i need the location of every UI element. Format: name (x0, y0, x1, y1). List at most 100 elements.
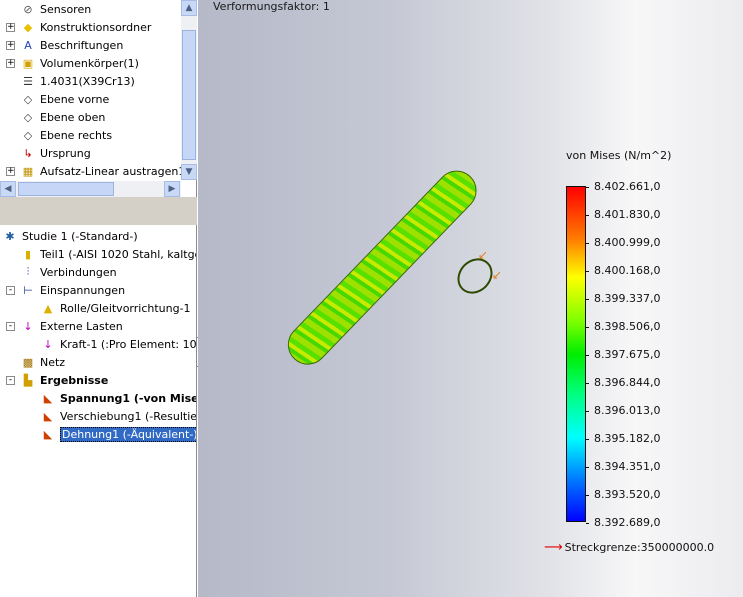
study-tree-item[interactable]: ↓ Kraft-1 (:Pro Element: 10000 (40, 335, 196, 353)
study-tree-item[interactable]: - ⊢ Einspannungen (6, 281, 125, 299)
feature-tree: ⊘ Sensoren + ◆ Konstruktionsordner + A Beschrif… (0, 0, 181, 180)
simulation-study-tree: ✱ Studie 1 (-Standard-) ▮ Teil1 (-AISI 1020… (0, 226, 196, 597)
expand-toggle[interactable]: + (6, 166, 15, 176)
legend-tick-label: 8.392.689,0 (594, 516, 661, 529)
scroll-left-button[interactable]: ◀ (0, 181, 16, 197)
feature-tree-item[interactable]: + ▣ Volumenkörper(1) (6, 54, 139, 72)
legend-tick-label: 8.395.182,0 (594, 432, 661, 445)
study-tree-item[interactable]: - ↓ Externe Lasten (6, 317, 123, 335)
feature-tree-item-label: Ebene vorne (40, 92, 110, 106)
force-arrow-icon: ↙ (478, 248, 489, 262)
feature-tree-vertical-scrollbar[interactable]: ▲ ▼ (181, 0, 197, 180)
study-tree-item[interactable]: - ▙ Ergebnisse (6, 371, 108, 389)
cylinder-model-stress-plot[interactable] (279, 162, 485, 373)
study-tree-item[interactable]: ⫶ Verbindungen (20, 263, 117, 281)
study-tree-item-label: Externe Lasten (40, 319, 123, 333)
connections-icon: ⫶ (26, 265, 30, 278)
h-scroll-thumb[interactable] (18, 182, 114, 196)
legend-tick (586, 467, 589, 468)
study-tree-item[interactable]: ▩ Netz (20, 353, 65, 371)
expand-toggle[interactable]: + (6, 40, 15, 50)
plane-icon: ◇ (23, 128, 33, 142)
panel-divider[interactable] (0, 197, 197, 225)
legend-tick (586, 411, 589, 412)
feature-tree-item[interactable]: ⊘ Sensoren (6, 0, 91, 18)
feature-tree-item-label: Ursprung (40, 146, 91, 160)
feature-tree-item[interactable]: + ◆ Konstruktionsordner (6, 18, 151, 36)
study-tree-item[interactable]: ▮ Teil1 (-AISI 1020 Stahl, kaltgewa (20, 245, 196, 263)
feature-tree-item-label: Aufsatz-Linear austragen1 (40, 164, 181, 178)
legend-tick-label: 8.397.675,0 (594, 348, 661, 361)
study-tree-item-label: Teil1 (-AISI 1020 Stahl, kaltgewa (40, 247, 196, 261)
extrude-icon: ▦ (22, 164, 34, 178)
expand-toggle[interactable]: - (6, 285, 15, 295)
study-tree-item-label: Netz (40, 355, 66, 369)
force-icon: ↓ (43, 337, 53, 351)
design-folder-icon: ◆ (23, 20, 33, 34)
legend-tick (586, 439, 589, 440)
legend-title: von Mises (N/m^2) (566, 149, 672, 162)
expand-toggle[interactable]: + (6, 22, 15, 32)
legend-tick-label: 8.400.999,0 (594, 236, 661, 249)
displacement-plot-icon: ◣ (43, 409, 53, 423)
legend-tick-label: 8.396.013,0 (594, 404, 661, 417)
scroll-down-button[interactable]: ▼ (181, 164, 197, 180)
origin-icon: ↳ (23, 146, 33, 160)
study-tree-item[interactable]: ▲ Rolle/Gleitvorrichtung-1 (40, 299, 191, 317)
legend-tick-label: 8.393.520,0 (594, 488, 661, 501)
feature-tree-item[interactable]: + A Beschriftungen (6, 36, 123, 54)
study-tree-item-label: Verschiebung1 (-Resultieren (60, 409, 196, 423)
study-tree-item-label: Einspannungen (40, 283, 126, 297)
graphics-viewport[interactable]: Verformungsfaktor: 1 ↙ ↙ von Mises (N/m^… (198, 0, 743, 597)
feature-tree-item[interactable]: ◇ Ebene rechts (6, 126, 112, 144)
stress-plot-icon: ◣ (43, 391, 53, 405)
feature-tree-item[interactable]: + ▦ Aufsatz-Linear austragen1 (6, 162, 181, 180)
study-tree-item-label: Ergebnisse (40, 373, 109, 387)
scroll-up-button[interactable]: ▲ (181, 0, 197, 16)
study-tree-item[interactable]: ◣ Spannung1 (-von Mises- (40, 389, 196, 407)
expand-toggle[interactable]: + (6, 58, 15, 68)
feature-manager-panel: ⊘ Sensoren + ◆ Konstruktionsordner + A Beschrif… (0, 0, 197, 597)
study-tree-item-label: Studie 1 (-Standard-) (22, 229, 138, 243)
roller-icon: ▲ (43, 301, 53, 315)
scroll-right-button[interactable]: ▶ (164, 181, 180, 197)
legend-tick-label: 8.402.661,0 (594, 180, 661, 193)
feature-tree-item[interactable]: ◇ Ebene vorne (6, 90, 109, 108)
strain-plot-icon: ◣ (43, 427, 53, 441)
legend-tick (586, 243, 589, 244)
legend-tick (586, 383, 589, 384)
study-tree-item[interactable]: ◣ Verschiebung1 (-Resultieren (40, 407, 196, 425)
feature-tree-item[interactable]: ◇ Ebene oben (6, 108, 106, 126)
feature-tree-item-label: Ebene rechts (40, 128, 113, 142)
part-icon: ▮ (24, 247, 32, 261)
study-tree-item-label: Dehnung1 (-Äquivalent-) (60, 426, 196, 442)
solid-bodies-icon: ▣ (22, 56, 34, 70)
study-tree-item-label: Kraft-1 (:Pro Element: 10000 (60, 337, 196, 351)
feature-tree-item[interactable]: ☰ 1.4031(X39Cr13) (6, 72, 135, 90)
expand-toggle[interactable]: - (6, 321, 15, 331)
legend-tick-label: 8.401.830,0 (594, 208, 661, 221)
feature-tree-item[interactable]: ↳ Ursprung (6, 144, 91, 162)
expand-toggle[interactable]: - (6, 375, 15, 385)
study-tree-item[interactable]: ◣ Dehnung1 (-Äquivalent-) (40, 425, 196, 443)
study-tree-item-label: Verbindungen (40, 265, 117, 279)
legend-tick (586, 215, 589, 216)
legend-tick (586, 187, 589, 188)
sensor-icon: ⊘ (23, 2, 33, 16)
study-icon: ✱ (5, 229, 15, 243)
deformation-scale-label: Verformungsfaktor: 1 (213, 0, 330, 13)
legend-tick (586, 523, 589, 524)
yield-strength-indicator: ⟶ Streckgrenze:350000000.0 (544, 540, 714, 555)
legend-tick (586, 327, 589, 328)
annotations-icon: A (24, 38, 32, 52)
legend-tick (586, 355, 589, 356)
study-tree-item-label: Rolle/Gleitvorrichtung-1 (60, 301, 191, 315)
feature-tree-horizontal-scrollbar[interactable]: ◀ ▶ (0, 181, 181, 197)
red-arrow-icon: ⟶ (544, 540, 563, 555)
material-icon: ☰ (23, 74, 33, 88)
study-tree-item[interactable]: ✱ Studie 1 (-Standard-) (2, 227, 138, 245)
feature-tree-item-label: Volumenkörper(1) (40, 56, 139, 70)
legend-tick (586, 299, 589, 300)
legend-tick-label: 8.396.844,0 (594, 376, 661, 389)
scroll-thumb[interactable] (182, 30, 196, 160)
